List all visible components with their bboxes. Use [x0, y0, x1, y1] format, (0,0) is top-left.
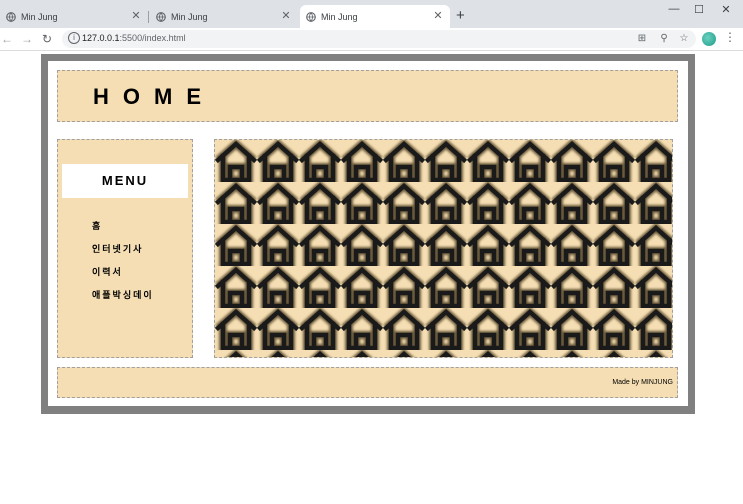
browser-tab[interactable]: Min Jung ✕ — [0, 5, 148, 28]
page-title: HOME — [93, 84, 215, 109]
more-menu-icon[interactable]: ⋮ — [724, 30, 736, 44]
tab-strip: Min Jung ✕ Min Jung ✕ Min Jung ✕ + — ☐ ✕ — [0, 0, 743, 28]
house-pattern — [215, 140, 672, 357]
address-bar[interactable]: i 127.0.0.1:5500/index.html ⊞ ⚲ ☆ — [62, 30, 696, 48]
url-text[interactable]: 127.0.0.1:5500/index.html — [82, 33, 186, 43]
menu-item-home[interactable]: 홈 — [92, 220, 154, 243]
page-inner: HOME MENU 홈 인터넷기사 이력서 애플박싱데이 Made by MIN… — [48, 61, 688, 406]
browser-tab[interactable]: Min Jung ✕ — [150, 5, 298, 28]
close-tab-icon[interactable]: ✕ — [432, 8, 444, 24]
profile-avatar[interactable] — [702, 32, 716, 46]
menu-title: MENU — [62, 164, 188, 198]
globe-icon — [306, 11, 316, 22]
reload-icon[interactable]: ↻ — [40, 31, 54, 47]
minimize-icon[interactable]: — — [664, 3, 684, 15]
close-tab-icon[interactable]: ✕ — [280, 8, 292, 24]
new-tab-button[interactable]: + — [456, 8, 465, 23]
house-icon — [215, 140, 672, 357]
zoom-icon[interactable]: ⚲ — [658, 33, 670, 45]
footer: Made by MINJUNG — [57, 367, 678, 398]
url-path: :5500/index.html — [119, 33, 186, 43]
close-window-icon[interactable]: ✕ — [716, 3, 736, 16]
tab-divider — [148, 11, 149, 23]
close-tab-icon[interactable]: ✕ — [130, 8, 142, 24]
sidebar: MENU 홈 인터넷기사 이력서 애플박싱데이 — [57, 139, 193, 358]
page-frame: HOME MENU 홈 인터넷기사 이력서 애플박싱데이 Made by MIN… — [41, 54, 695, 414]
house-pattern-area — [214, 139, 673, 358]
browser-toolbar: ← → ↻ i 127.0.0.1:5500/index.html ⊞ ⚲ ☆ … — [0, 28, 743, 51]
menu-item-resume[interactable]: 이력서 — [92, 266, 154, 289]
site-info-icon[interactable]: i — [68, 32, 80, 44]
menu-list: 홈 인터넷기사 이력서 애플박싱데이 — [92, 220, 154, 312]
url-host: 127.0.0.1 — [82, 33, 120, 43]
bookmark-star-icon[interactable]: ☆ — [678, 33, 690, 45]
globe-icon — [6, 11, 16, 22]
menu-item-internet-article[interactable]: 인터넷기사 — [92, 243, 154, 266]
browser-tab-active[interactable]: Min Jung ✕ — [300, 5, 450, 28]
tab-title: Min Jung — [171, 11, 208, 22]
forward-icon[interactable]: → — [20, 31, 34, 47]
globe-icon — [156, 11, 166, 22]
tab-title: Min Jung — [321, 11, 358, 22]
footer-credit: Made by MINJUNG — [612, 379, 673, 386]
back-icon[interactable]: ← — [0, 31, 14, 47]
maximize-icon[interactable]: ☐ — [689, 3, 709, 16]
translate-icon[interactable]: ⊞ — [636, 33, 648, 45]
tab-title: Min Jung — [21, 11, 58, 22]
header: HOME — [57, 70, 678, 122]
menu-item-apple-boxing-day[interactable]: 애플박싱데이 — [92, 289, 154, 312]
